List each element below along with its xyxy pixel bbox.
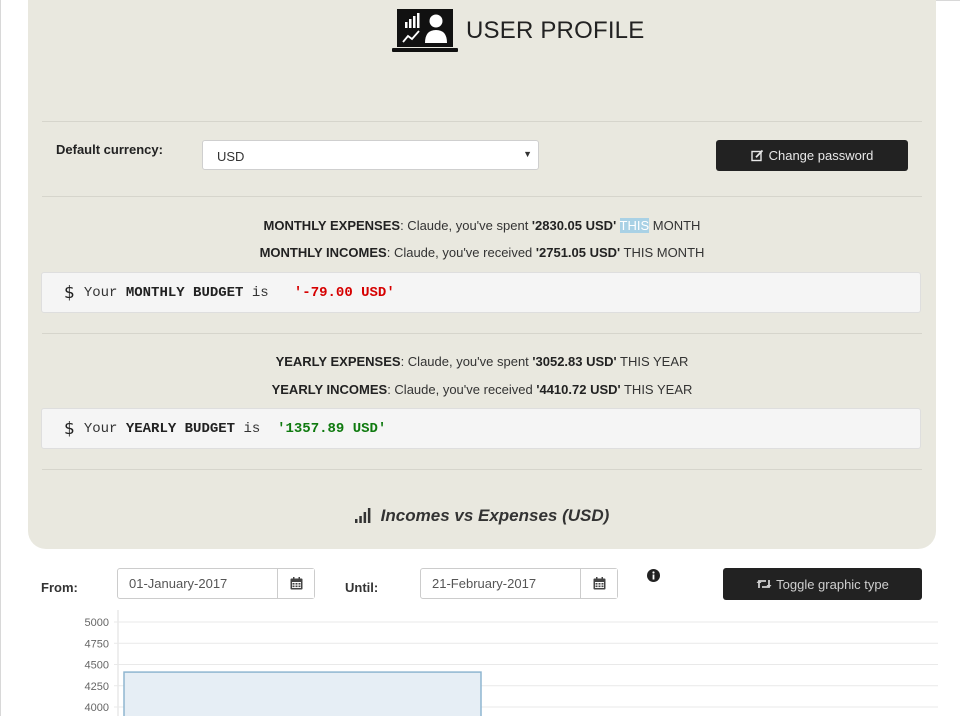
profile-panel: USER PROFILE Default currency: USD ▼ Cha… <box>28 0 936 549</box>
from-label: From: <box>41 580 78 595</box>
yearly-expenses-label: YEARLY EXPENSES <box>275 354 401 369</box>
budget-your: Your <box>83 420 118 437</box>
yearly-incomes-period: THIS YEAR <box>620 382 693 397</box>
divider <box>42 469 922 470</box>
page-header: USER PROFILE <box>392 8 644 54</box>
until-date-value: 21-February-2017 <box>432 576 537 591</box>
toggle-graphic-type-label: Toggle graphic type <box>776 576 889 592</box>
monthly-incomes-amount: '2751.05 USD' <box>535 245 621 260</box>
page-border-top <box>936 0 960 1</box>
change-password-label: Change password <box>768 148 874 163</box>
retweet-icon <box>756 580 772 588</box>
chart-y-tick-label: 4250 <box>85 681 109 693</box>
monthly-budget-box: $ Your MONTHLY BUDGET is '-79.00 USD' <box>41 272 921 313</box>
monthly-incomes-text: : Claude, you've received <box>386 245 536 260</box>
monthly-expenses-label: MONTHLY EXPENSES <box>263 218 401 233</box>
bar-signal-icon <box>354 508 371 523</box>
monthly-incomes-period: THIS MONTH <box>620 245 705 260</box>
incomes-expenses-chart: 5000 4750 4500 4250 4000 <box>85 610 938 716</box>
yearly-expenses-line: YEARLY EXPENSES: Claude, you've spent '3… <box>28 354 936 369</box>
chart-y-tick-label: 5000 <box>85 617 109 629</box>
until-label: Until: <box>345 580 379 595</box>
chart-section-title: Incomes vs Expenses (USD) <box>28 506 936 526</box>
yearly-budget-value: '1357.89 USD' <box>277 420 387 437</box>
yearly-incomes-amount: '4410.72 USD' <box>536 382 621 397</box>
budget-is: is <box>243 420 261 437</box>
chart-section-title-text: Incomes vs Expenses (USD) <box>380 506 610 525</box>
currency-select[interactable]: USD ▼ <box>202 140 539 170</box>
from-date-field[interactable]: 01-January-2017 <box>117 568 315 599</box>
from-date-value: 01-January-2017 <box>129 576 228 591</box>
yearly-incomes-line: YEARLY INCOMES: Claude, you've received … <box>28 382 936 397</box>
page-border-left <box>0 0 1 716</box>
monthly-incomes-label: MONTHLY INCOMES <box>259 245 387 260</box>
monthly-budget-value: '-79.00 USD' <box>293 284 395 301</box>
until-calendar-button[interactable] <box>580 569 617 598</box>
until-date-field[interactable]: 21-February-2017 <box>420 568 618 599</box>
budget-your: Your <box>83 284 118 301</box>
divider <box>42 196 922 197</box>
page-title: USER PROFILE <box>466 17 645 44</box>
monthly-expenses-line: MONTHLY EXPENSES: Claude, you've spent '… <box>28 218 936 233</box>
info-icon[interactable] <box>647 569 660 582</box>
monthly-expenses-text: : Claude, you've spent <box>400 218 532 233</box>
yearly-budget-keyword: YEARLY BUDGET <box>125 420 236 437</box>
text-selection: THIS <box>619 218 650 233</box>
chart-bar[interactable] <box>123 671 482 716</box>
toggle-graphic-type-button[interactable]: Toggle graphic type <box>723 568 922 600</box>
budget-is: is <box>251 284 269 301</box>
yearly-expenses-amount: '3052.83 USD' <box>532 354 617 369</box>
monthly-incomes-line: MONTHLY INCOMES: Claude, you've received… <box>28 245 936 260</box>
monthly-expenses-period: MONTH <box>649 218 701 233</box>
from-calendar-button[interactable] <box>277 569 314 598</box>
yearly-expenses-text: : Claude, you've spent <box>400 354 533 369</box>
yearly-budget-box: $ Your YEARLY BUDGET is '1357.89 USD' <box>41 408 921 449</box>
divider <box>42 333 922 334</box>
currency-selected-value: USD <box>217 149 245 164</box>
yearly-incomes-label: YEARLY INCOMES <box>271 382 388 397</box>
chevron-down-icon: ▼ <box>523 149 532 159</box>
dollar-icon: $ <box>64 418 75 439</box>
currency-label: Default currency: <box>56 142 163 157</box>
yearly-expenses-period: THIS YEAR <box>616 354 689 369</box>
monthly-expenses-amount: '2830.05 USD' <box>531 218 617 233</box>
calendar-icon <box>593 577 605 590</box>
chart-y-tick-label: 4750 <box>85 638 109 650</box>
change-password-button[interactable]: Change password <box>716 140 908 171</box>
chart-y-tick-label: 4000 <box>85 702 109 714</box>
monthly-budget-keyword: MONTHLY BUDGET <box>125 284 244 301</box>
calendar-icon <box>290 577 302 590</box>
divider <box>42 121 922 122</box>
chart-y-tick-label: 4500 <box>85 660 109 672</box>
analytics-user-laptop-icon <box>392 9 458 52</box>
yearly-incomes-text: : Claude, you've received <box>387 382 537 397</box>
edit-icon <box>750 149 763 162</box>
dollar-icon: $ <box>64 282 75 303</box>
